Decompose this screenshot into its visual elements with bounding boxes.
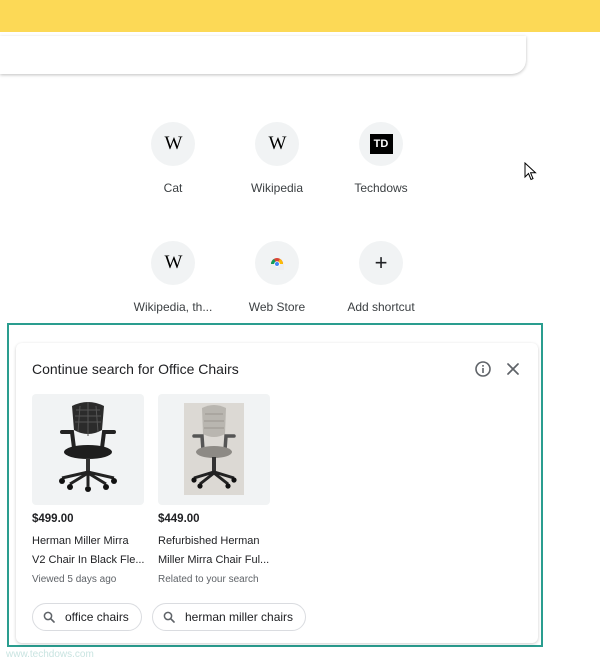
techdows-icon: TD — [359, 122, 403, 166]
wikipedia-icon: W — [255, 122, 299, 166]
continue-search-card: Continue search for Office Chairs $499.0… — [16, 343, 538, 643]
info-icon[interactable] — [474, 360, 492, 378]
related-search-chip[interactable]: office chairs — [32, 603, 142, 631]
product-card[interactable]: $499.00 Herman Miller Mirra V2 Chair In … — [32, 394, 144, 585]
product-price: $499.00 — [32, 513, 74, 525]
shortcut-tile-wikipedia[interactable]: W Wikipedia — [222, 122, 332, 195]
product-image[interactable] — [158, 394, 270, 505]
add-shortcut-tile[interactable]: + Add shortcut — [326, 241, 436, 314]
wikipedia-icon: W — [151, 241, 195, 285]
product-meta: Related to your search — [158, 574, 259, 585]
product-name[interactable]: Herman Miller Mirra V2 Chair In Black Fl… — [32, 532, 144, 570]
chip-label: office chairs — [65, 610, 129, 624]
shortcut-tile-wikipedia-2[interactable]: W Wikipedia, th... — [118, 241, 228, 314]
card-title: Continue search for Office Chairs — [32, 361, 239, 377]
shortcut-label: Cat — [163, 181, 183, 195]
product-card[interactable]: $449.00 Refurbished Herman Miller Mirra … — [158, 394, 270, 585]
search-icon — [163, 611, 175, 623]
shortcut-tile-web-store[interactable]: Web Store — [222, 241, 332, 314]
shortcut-label: Techdows — [354, 181, 408, 195]
search-icon — [43, 611, 55, 623]
related-search-chip[interactable]: herman miller chairs — [152, 603, 307, 631]
shortcut-tile-techdows[interactable]: TD Techdows — [326, 122, 436, 195]
product-image[interactable] — [32, 394, 144, 505]
shortcut-label: Add shortcut — [347, 300, 415, 314]
shortcut-label: Wikipedia — [250, 181, 304, 195]
chip-label: herman miller chairs — [185, 610, 294, 624]
mouse-cursor-icon — [524, 162, 537, 181]
chrome-web-store-icon — [255, 241, 299, 285]
product-meta: Viewed 5 days ago — [32, 574, 117, 585]
watermark: www.techdows.com — [6, 649, 94, 660]
shortcut-label: Wikipedia, th... — [133, 300, 213, 314]
close-icon[interactable] — [504, 360, 522, 378]
divider — [0, 32, 600, 34]
browser-top-bar — [0, 0, 600, 32]
product-price: $449.00 — [158, 513, 200, 525]
plus-icon: + — [359, 241, 403, 285]
wikipedia-icon: W — [151, 122, 195, 166]
product-name[interactable]: Refurbished Herman Miller Mirra Chair Fu… — [158, 532, 270, 570]
search-box[interactable] — [0, 36, 526, 74]
shortcut-label: Web Store — [248, 300, 306, 314]
shortcut-tile-cat[interactable]: W Cat — [118, 122, 228, 195]
